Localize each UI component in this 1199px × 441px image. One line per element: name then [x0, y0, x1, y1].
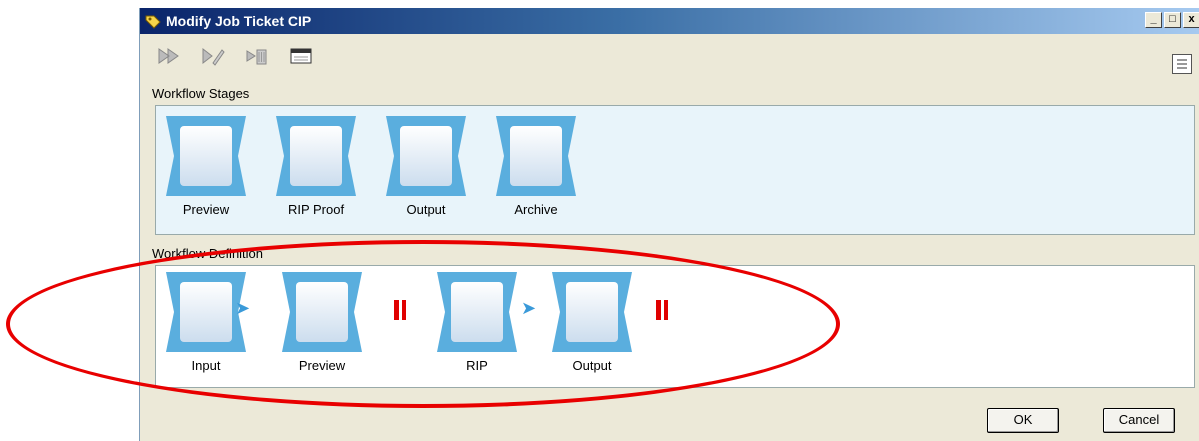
monitor-photo-icon [296, 282, 348, 342]
stage-archive[interactable]: Archive [490, 116, 582, 217]
display-icon [451, 282, 503, 342]
pause-icon[interactable] [394, 300, 406, 320]
job-ticket-window: Modify Job Ticket CIP _ □ x Workflow Sta… [139, 8, 1199, 441]
toolbar [156, 44, 314, 70]
workflow-stages-label: Workflow Stages [152, 86, 250, 101]
minimize-button[interactable]: _ [1145, 12, 1162, 28]
workflow-definition-label: Workflow Definition [152, 246, 264, 261]
file-cabinet-icon [510, 126, 562, 186]
flow-arrow-icon: ➤ [235, 298, 251, 318]
list-icon [1177, 59, 1187, 69]
stage-preview[interactable]: Preview [160, 116, 252, 217]
workflow-stages-panel: Preview RIP Proof Output Archive [155, 105, 1195, 235]
list-view-button[interactable] [1172, 54, 1192, 74]
close-button[interactable]: x [1183, 12, 1199, 28]
definition-input[interactable]: Input [160, 272, 252, 373]
definition-preview[interactable]: Preview [276, 272, 368, 373]
play-arrows-icon [180, 282, 232, 342]
flow-arrow-icon: ➤ [521, 298, 537, 318]
title-bar[interactable]: Modify Job Ticket CIP _ □ x [140, 8, 1199, 34]
cancel-button[interactable]: Cancel [1103, 408, 1175, 433]
add-stage-icon[interactable] [156, 44, 182, 68]
window-title: Modify Job Ticket CIP [166, 13, 312, 29]
photos-icon [290, 126, 342, 186]
edit-stage-icon[interactable] [200, 44, 226, 68]
monitor-photo-icon [180, 126, 232, 186]
window-icon[interactable] [288, 44, 314, 68]
printer-roll-icon [566, 282, 618, 342]
definition-output[interactable]: Output [546, 272, 638, 373]
definition-rip[interactable]: RIP [431, 272, 523, 373]
maximize-button[interactable]: □ [1164, 12, 1181, 28]
stage-rip-proof[interactable]: RIP Proof [270, 116, 362, 217]
delete-stage-icon[interactable] [244, 44, 270, 68]
app-icon [145, 15, 161, 29]
workflow-definition-panel: Input Preview RIP Output [155, 265, 1195, 388]
printer-roll-icon [400, 126, 452, 186]
stage-output[interactable]: Output [380, 116, 472, 217]
pause-icon[interactable] [656, 300, 668, 320]
ok-button[interactable]: OK [987, 408, 1059, 433]
